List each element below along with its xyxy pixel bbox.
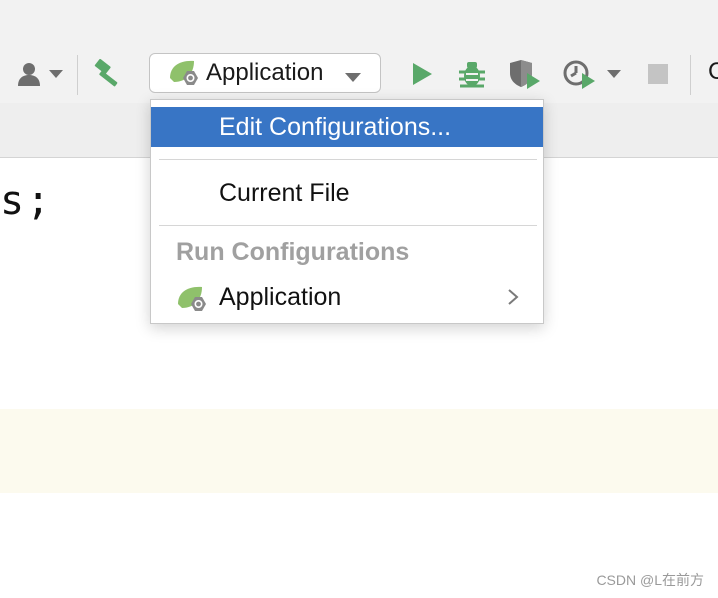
run-configuration-menu: Edit Configurations... Current File Run … xyxy=(150,99,544,324)
run-configuration-selector[interactable]: Application xyxy=(149,53,381,93)
spring-boot-icon xyxy=(168,58,200,88)
code-fragment: s; xyxy=(0,178,53,224)
debug-icon[interactable] xyxy=(455,56,489,92)
chevron-down-icon[interactable] xyxy=(46,56,66,92)
menu-item-label: Application xyxy=(219,282,342,311)
highlighted-region xyxy=(0,409,718,493)
menu-item-label: Current File xyxy=(219,178,350,207)
user-icon[interactable] xyxy=(14,56,44,92)
stop-icon[interactable] xyxy=(645,56,671,92)
toolbar-truncated-text: C xyxy=(708,58,718,85)
chevron-down-icon[interactable] xyxy=(604,56,624,92)
coverage-icon[interactable] xyxy=(506,56,542,92)
menu-item-edit-configurations[interactable]: Edit Configurations... xyxy=(151,107,543,147)
spring-boot-icon xyxy=(176,284,208,319)
toolbar-separator xyxy=(77,55,78,95)
menu-item-current-file[interactable]: Current File xyxy=(151,173,543,213)
chevron-down-icon xyxy=(344,70,362,88)
menu-separator xyxy=(159,225,537,226)
menu-separator xyxy=(159,159,537,160)
run-icon[interactable] xyxy=(407,56,437,92)
toolbar-separator xyxy=(690,55,691,95)
build-hammer-icon[interactable] xyxy=(92,56,126,92)
profile-icon[interactable] xyxy=(561,56,597,92)
run-configuration-label: Application xyxy=(206,59,324,86)
menu-section-header: Run Configurations xyxy=(176,238,410,266)
watermark: CSDN @L在前方 xyxy=(596,572,704,588)
menu-item-label: Edit Configurations... xyxy=(219,112,452,141)
chevron-right-icon xyxy=(507,288,519,311)
main-toolbar: Application C xyxy=(0,0,718,103)
menu-item-application[interactable]: Application xyxy=(151,280,543,314)
